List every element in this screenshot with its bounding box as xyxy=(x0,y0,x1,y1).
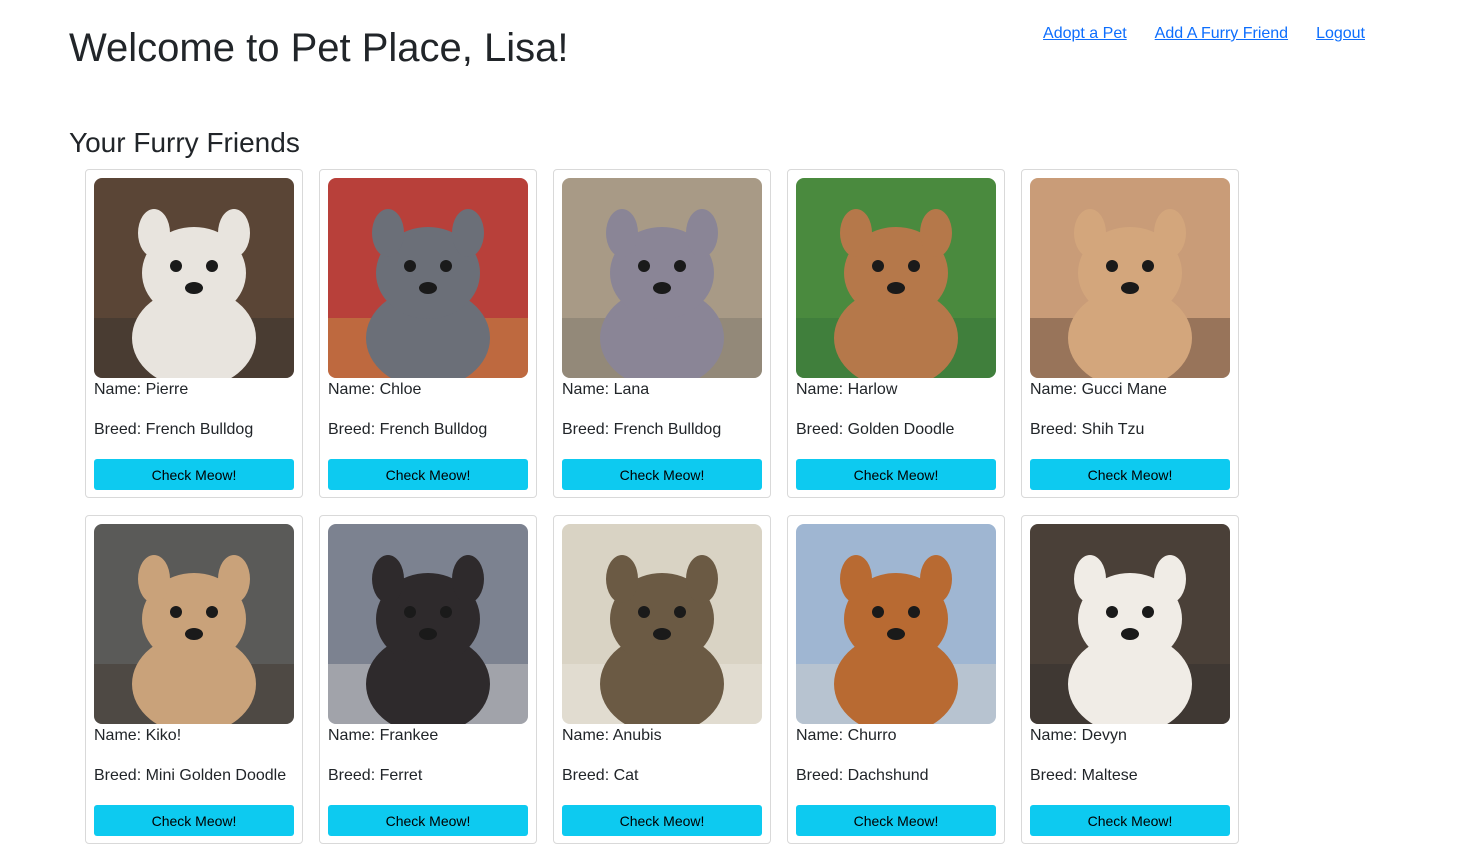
pet-name-value: Kiko! xyxy=(145,727,182,744)
top-nav: Adopt a Pet Add A Furry Friend Logout xyxy=(1043,24,1365,44)
pet-name: Name: Kiko! xyxy=(94,726,294,746)
check-meow-button[interactable]: Check Meow! xyxy=(796,459,996,490)
pet-card: Name: Pierre Breed: French Bulldog Check M… xyxy=(85,169,303,498)
pet-name-value: Anubis xyxy=(612,727,662,744)
pet-breed: Breed: Cat xyxy=(562,766,762,786)
pet-breed-value: Golden Doodle xyxy=(847,421,955,438)
adopt-a-pet-link[interactable]: Adopt a Pet xyxy=(1043,24,1127,44)
pet-breed-value: Dachshund xyxy=(847,767,929,784)
pet-breed: Breed: Mini Golden Doodle xyxy=(94,766,294,786)
pet-breed-value: Mini Golden Doodle xyxy=(145,767,287,784)
pet-card: Name: Gucci Mane Breed: Shih Tzu Check Meo… xyxy=(1021,169,1239,498)
french-bulldog-photo xyxy=(94,178,294,378)
pet-name-label: Name: xyxy=(796,727,848,744)
pet-breed: Breed: Maltese xyxy=(1030,766,1230,786)
pet-breed: Breed: Ferret xyxy=(328,766,528,786)
check-meow-button[interactable]: Check Meow! xyxy=(796,805,996,836)
pet-breed-value: Ferret xyxy=(379,767,423,784)
french-bulldog-photo xyxy=(562,178,762,378)
pet-card: Name: Frankee Breed: Ferret Check Meow! xyxy=(319,515,537,844)
pet-name-label: Name: xyxy=(1030,381,1082,398)
pet-name-value: Devyn xyxy=(1081,727,1127,744)
pet-name: Name: Frankee xyxy=(328,726,528,746)
check-meow-button[interactable]: Check Meow! xyxy=(328,805,528,836)
pet-card: Name: Devyn Breed: Maltese Check Meow! xyxy=(1021,515,1239,844)
pet-breed: Breed: Golden Doodle xyxy=(796,420,996,440)
pet-name-label: Name: xyxy=(328,381,380,398)
pet-name: Name: Pierre xyxy=(94,380,294,400)
pet-card: Name: Chloe Breed: French Bulldog Check Me… xyxy=(319,169,537,498)
pet-name-label: Name: xyxy=(94,381,146,398)
pet-card: Name: Harlow Breed: Golden Doodle Check Me… xyxy=(787,169,1005,498)
pet-name-value: Frankee xyxy=(379,727,439,744)
pet-breed-value: French Bulldog xyxy=(379,421,488,438)
pet-breed-value: French Bulldog xyxy=(145,421,254,438)
check-meow-button[interactable]: Check Meow! xyxy=(1030,805,1230,836)
pet-name-value: Churro xyxy=(847,727,897,744)
maltese-photo xyxy=(1030,524,1230,724)
add-furry-friend-link[interactable]: Add A Furry Friend xyxy=(1155,24,1288,44)
pet-name-label: Name: xyxy=(796,381,848,398)
pet-breed-value: Shih Tzu xyxy=(1081,421,1145,438)
pet-breed-value: French Bulldog xyxy=(613,421,722,438)
pet-breed-label: Breed: xyxy=(328,767,380,784)
pet-name: Name: Lana xyxy=(562,380,762,400)
pet-card: Name: Lana Breed: French Bulldog Check Meo… xyxy=(553,169,771,498)
pet-name-value: Lana xyxy=(613,381,650,398)
pet-breed-label: Breed: xyxy=(1030,421,1082,438)
pet-name-value: Harlow xyxy=(847,381,898,398)
pet-card: Name: Kiko! Breed: Mini Golden Doodle Chec… xyxy=(85,515,303,844)
pet-breed-label: Breed: xyxy=(94,767,146,784)
check-meow-button[interactable]: Check Meow! xyxy=(94,805,294,836)
pet-name-label: Name: xyxy=(562,381,614,398)
pet-name-label: Name: xyxy=(1030,727,1082,744)
check-meow-button[interactable]: Check Meow! xyxy=(328,459,528,490)
check-meow-button[interactable]: Check Meow! xyxy=(1030,459,1230,490)
pet-name: Name: Harlow xyxy=(796,380,996,400)
page-title: Welcome to Pet Place, Lisa! xyxy=(69,26,569,70)
pet-card: Name: Churro Breed: Dachshund Check Meow! xyxy=(787,515,1005,844)
pet-name-value: Gucci Mane xyxy=(1081,381,1167,398)
pet-name-value: Chloe xyxy=(379,381,422,398)
pet-name: Name: Churro xyxy=(796,726,996,746)
pet-name-value: Pierre xyxy=(145,381,189,398)
pet-breed-label: Breed: xyxy=(796,767,848,784)
pet-breed-label: Breed: xyxy=(94,421,146,438)
pet-breed-value: Maltese xyxy=(1081,767,1138,784)
page: Welcome to Pet Place, Lisa! Adopt a Pet … xyxy=(0,0,1463,852)
french-bulldog-photo xyxy=(328,178,528,378)
golden-doodle-photo xyxy=(94,524,294,724)
pet-name: Name: Gucci Mane xyxy=(1030,380,1230,400)
pet-breed-label: Breed: xyxy=(796,421,848,438)
pet-name-label: Name: xyxy=(562,727,613,744)
pet-breed: Breed: French Bulldog xyxy=(562,420,762,440)
pet-name-label: Name: xyxy=(328,727,380,744)
check-meow-button[interactable]: Check Meow! xyxy=(562,459,762,490)
pet-name: Name: Chloe xyxy=(328,380,528,400)
dachshund-photo xyxy=(796,524,996,724)
cat-photo xyxy=(562,524,762,724)
pet-breed-label: Breed: xyxy=(328,421,380,438)
pet-breed-label: Breed: xyxy=(562,421,614,438)
pet-breed: Breed: French Bulldog xyxy=(94,420,294,440)
ferret-photo xyxy=(328,524,528,724)
pet-name: Name: Anubis xyxy=(562,726,762,746)
pet-breed-label: Breed: xyxy=(1030,767,1082,784)
pet-breed: Breed: French Bulldog xyxy=(328,420,528,440)
golden-doodle-photo xyxy=(796,178,996,378)
pet-breed: Breed: Dachshund xyxy=(796,766,996,786)
pet-name: Name: Devyn xyxy=(1030,726,1230,746)
pet-card: Name: Anubis Breed: Cat Check Meow! xyxy=(553,515,771,844)
pet-breed-value: Cat xyxy=(613,767,639,784)
check-meow-button[interactable]: Check Meow! xyxy=(94,459,294,490)
check-meow-button[interactable]: Check Meow! xyxy=(562,805,762,836)
shih-tzu-photo xyxy=(1030,178,1230,378)
pet-name-label: Name: xyxy=(94,727,146,744)
section-title: Your Furry Friends xyxy=(69,127,300,158)
logout-link[interactable]: Logout xyxy=(1316,24,1365,44)
pet-card-grid: Name: Pierre Breed: French Bulldog Check M… xyxy=(85,169,1239,844)
pet-breed-label: Breed: xyxy=(562,767,614,784)
pet-breed: Breed: Shih Tzu xyxy=(1030,420,1230,440)
